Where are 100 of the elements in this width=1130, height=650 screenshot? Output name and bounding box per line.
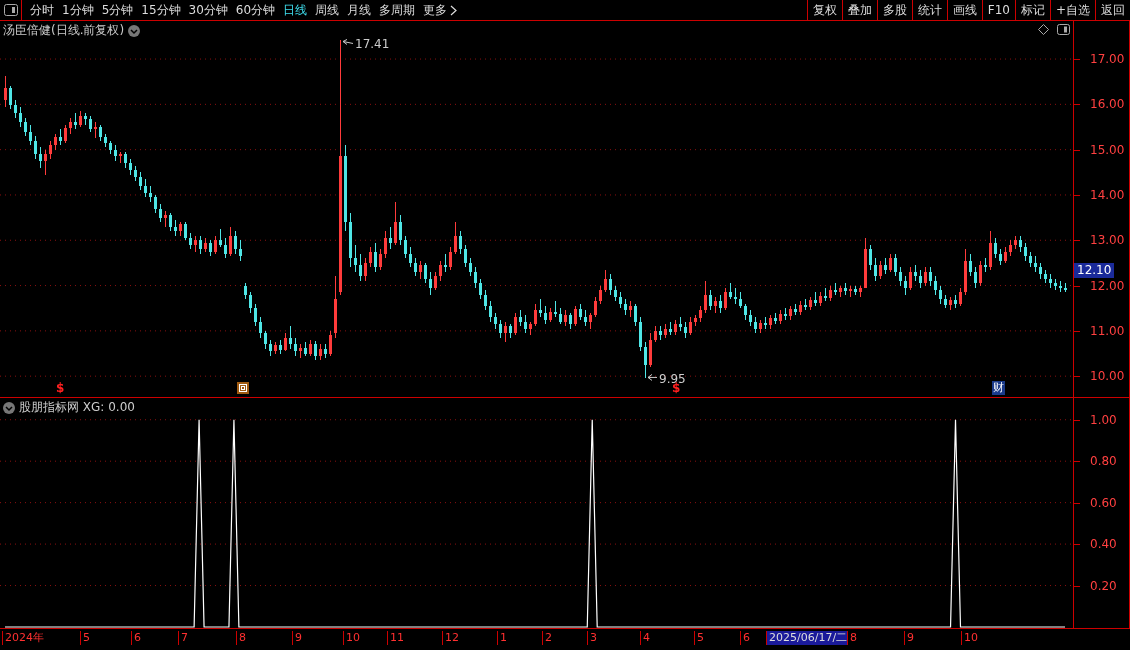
candle (909, 266, 912, 291)
candle (274, 341, 277, 354)
period-tab[interactable]: 分时 (26, 1, 58, 19)
candle (474, 266, 477, 289)
candle (29, 124, 32, 146)
chevron-down-icon[interactable] (3, 401, 15, 414)
chevron-down-icon[interactable] (128, 24, 141, 37)
period-tab[interactable]: 周线 (311, 1, 344, 19)
candle (544, 305, 547, 325)
finance-marker[interactable]: 财 (992, 381, 1005, 395)
time-axis-label: 8 (847, 631, 857, 645)
candle (924, 266, 927, 287)
candle (1034, 255, 1037, 273)
candle (269, 339, 272, 357)
period-tab[interactable]: 多周期 (375, 1, 420, 19)
stock-title: 汤臣倍健(日线.前复权) (3, 22, 125, 39)
candle (149, 185, 152, 203)
candle (239, 239, 242, 262)
candle (624, 298, 627, 316)
candle (949, 296, 952, 311)
period-tab[interactable]: 1分钟 (58, 1, 98, 19)
period-tab[interactable]: 60分钟 (231, 1, 280, 19)
candle (114, 144, 117, 162)
candle (994, 237, 997, 259)
price-axis-label: 16.00 (1090, 96, 1125, 113)
candle (789, 305, 792, 321)
candle (134, 165, 137, 182)
candle (179, 221, 182, 237)
candle (94, 121, 97, 139)
candle (109, 140, 112, 155)
candle (129, 158, 132, 176)
period-tab[interactable]: 30分钟 (184, 1, 232, 19)
candle (249, 291, 252, 314)
candle (599, 285, 602, 305)
price-axis-label: 14.00 (1090, 186, 1125, 203)
candle (899, 266, 902, 287)
event-marker-icon[interactable] (237, 382, 249, 394)
candle (614, 285, 617, 302)
candle (369, 246, 372, 268)
diamond-icon[interactable] (1038, 24, 1049, 35)
time-axis-label: 11 (387, 631, 404, 645)
candle (439, 260, 442, 282)
candle (714, 296, 717, 314)
candle (24, 117, 27, 137)
candle (214, 235, 217, 255)
candle (229, 226, 232, 257)
candle (99, 124, 102, 142)
time-axis-label: 6 (131, 631, 141, 645)
candle (69, 117, 72, 135)
candle (204, 237, 207, 253)
candle (259, 316, 262, 339)
candle (39, 146, 42, 169)
period-tab[interactable]: 月线 (343, 1, 376, 19)
price-axis-label: 10.00 (1090, 368, 1125, 385)
candle (154, 194, 157, 214)
candle (459, 230, 462, 255)
dividend-marker[interactable]: $ (56, 381, 65, 395)
candle (294, 337, 297, 357)
candle (549, 307, 552, 323)
candle (774, 312, 777, 325)
candle (889, 253, 892, 273)
chevron-right-icon (450, 4, 458, 16)
time-axis-label: 2024年 (2, 631, 44, 645)
candle (449, 246, 452, 271)
candle (539, 298, 542, 318)
candle (329, 330, 332, 357)
period-tab[interactable]: 更多 (419, 1, 462, 19)
candle (824, 287, 827, 302)
candle (934, 276, 937, 296)
candle (9, 85, 12, 110)
period-tab[interactable]: 15分钟 (137, 1, 185, 19)
candle (834, 282, 837, 296)
candle (844, 282, 847, 296)
candle (969, 253, 972, 277)
candle (284, 332, 287, 352)
candle (554, 300, 557, 318)
candle (224, 237, 227, 259)
candle (619, 291, 622, 309)
candle (849, 285, 852, 298)
candle (499, 319, 502, 339)
period-tab[interactable]: 5分钟 (97, 1, 138, 19)
candle (484, 289, 487, 311)
candle (839, 285, 842, 298)
candle (744, 303, 747, 321)
period-tab[interactable]: 日线 (279, 1, 312, 19)
candle (669, 321, 672, 336)
candle (699, 305, 702, 323)
panel-toggle-icon (3, 4, 18, 16)
candle (189, 232, 192, 250)
candle (779, 309, 782, 325)
panel-toggle-icon[interactable] (1057, 24, 1070, 35)
candle (679, 316, 682, 332)
candle (854, 285, 857, 296)
candle (559, 307, 562, 325)
candle (479, 278, 482, 300)
candle (509, 323, 512, 339)
time-axis-label: 2 (542, 631, 552, 645)
candle (879, 260, 882, 280)
candle (54, 133, 57, 151)
candle (804, 298, 807, 311)
